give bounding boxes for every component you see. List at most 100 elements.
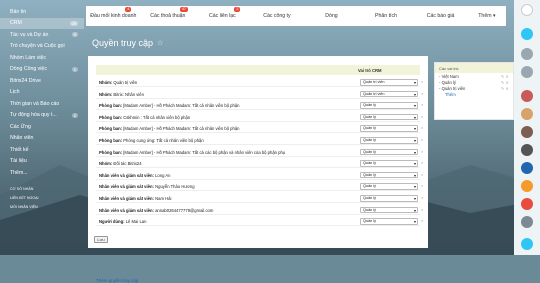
role-select[interactable]: Quản trị viên	[360, 90, 418, 98]
avatar[interactable]	[521, 126, 533, 138]
sidebar-item[interactable]: CRM 29	[0, 17, 84, 29]
table-row: Nhóm: Bitrix: Nhân viên Quản trị viên×	[96, 90, 423, 99]
avatar[interactable]	[521, 180, 533, 192]
role-select[interactable]: Quản trị viên	[360, 79, 418, 86]
settings-icon[interactable]	[521, 66, 533, 78]
remove-icon[interactable]: ×	[421, 160, 423, 165]
sidebar-item[interactable]: Nhóm Làm việc	[0, 52, 84, 64]
role-select[interactable]: Quản lý	[360, 102, 418, 109]
row-subject: Người dùng: Lê Mai Lan	[99, 219, 146, 224]
sidebar-item[interactable]: Thêm...	[0, 167, 84, 179]
row-text: Phòng cung ứng: Tất cả nhân viên bộ phận	[122, 138, 204, 143]
sidebar-item-label: Nhân viên	[10, 135, 34, 142]
row-subject: Phòng ban: [Madam Amber] - Hồ Phách Mada…	[99, 103, 240, 108]
sidebar-item[interactable]: Thời gian và Báo cáo	[0, 98, 84, 110]
remove-icon[interactable]: ×	[421, 207, 423, 212]
remove-icon[interactable]: ×	[421, 137, 423, 142]
sidebar-item-label: CRM	[10, 20, 22, 27]
star-icon[interactable]: ☆	[157, 39, 163, 47]
sidebar-item-label: Tự động hóa quy t...	[10, 112, 57, 119]
sidebar-footer-link[interactable]: MỜI NHÂN VIÊN	[0, 203, 84, 212]
row-text: annab0264477779@gmail.com	[153, 207, 214, 213]
add-access-link[interactable]: Thêm quyền truy cập	[96, 278, 138, 283]
avatar[interactable]	[521, 216, 533, 228]
role-select[interactable]: Quản lý	[360, 183, 418, 190]
sidebar-item-label: Thời gian và Báo cáo	[10, 100, 60, 107]
page-title-wrap: Quyền truy cập ☆	[92, 38, 163, 48]
remove-icon[interactable]: ×	[421, 114, 423, 119]
sidebar-item[interactable]: Thiết kế	[0, 144, 84, 156]
sidebar-item-label: Thiết kế	[10, 146, 29, 153]
role-select[interactable]: Quản lý	[360, 195, 418, 202]
sidebar-item-label: Các Ứng	[10, 123, 31, 130]
sidebar-item[interactable]: Lịch	[0, 87, 84, 99]
tab-item[interactable]: Các báo giá	[413, 6, 468, 26]
add-role-link[interactable]: Thêm	[435, 91, 513, 98]
sidebar-item[interactable]: Tác vụ và Dự án 9	[0, 29, 84, 41]
role-select[interactable]: Quản lý	[360, 137, 418, 144]
remove-icon[interactable]: ×	[421, 195, 423, 200]
row-text: Nam Hải	[153, 196, 172, 201]
row-prefix: Nhóm:	[99, 91, 113, 97]
remove-icon[interactable]: ×	[421, 125, 423, 130]
role-select[interactable]: Quản lý	[360, 171, 418, 179]
role-select[interactable]: Quản lý	[360, 125, 418, 132]
sidebar-item[interactable]: Tài liệu	[0, 156, 84, 168]
tab-item[interactable]: Các thoả thuận 47	[141, 6, 196, 26]
help-icon[interactable]	[521, 4, 533, 16]
tab-item[interactable]: Thêm ▾	[468, 6, 506, 26]
sidebar-item[interactable]: Trò chuyện và Cuộc gọi	[0, 41, 84, 53]
table-row: Phòng ban: [Madam Amber] - Hồ Phách Mada…	[96, 101, 423, 111]
row-text: [Madam Amber] - Hồ Phách Madam: Tất cả n…	[122, 126, 240, 132]
row-subject: Phòng ban: [Madam Amber] - Hồ Phách Mada…	[99, 150, 285, 155]
table-row: Nhân viên và giám sát viên: Nam Hải Quản …	[96, 194, 423, 203]
sidebar-item-label: Bitrix24 Drive	[10, 77, 41, 84]
sidebar-footer-link[interactable]: LIÊN KẾT NGOẠI	[0, 194, 84, 203]
table-row: Phòng ban: Cskhmin : Tất cả nhân viên bộ…	[96, 113, 423, 122]
edit-delete-icon[interactable]: ✎ ✕	[501, 80, 509, 85]
tab-item[interactable]: Dòng	[304, 6, 359, 26]
role-label: Quản lý	[441, 80, 456, 85]
tab-item[interactable]: Đầu mối kinh doanh 4	[86, 6, 141, 26]
sidebar-item-label: Nhóm Làm việc	[10, 54, 47, 61]
sidebar-item[interactable]: Dòng Công việc 1	[0, 64, 84, 76]
role-select[interactable]: Quản lý	[360, 113, 418, 121]
remove-icon[interactable]: ×	[421, 218, 423, 223]
tab-label: Đầu mối kinh doanh	[90, 13, 137, 19]
avatar[interactable]	[521, 90, 533, 102]
table-row: Nhóm: Quản trị viênQuản trị viên×	[96, 78, 423, 87]
sidebar-item[interactable]: Tự động hóa quy t... 2	[0, 110, 84, 122]
sidebar-item[interactable]: Nhân viên	[0, 133, 84, 145]
role-select[interactable]: Quản lý	[360, 218, 418, 225]
remove-icon[interactable]: ×	[421, 172, 423, 177]
avatar[interactable]	[521, 108, 533, 120]
save-button[interactable]: Lưu	[94, 236, 108, 243]
avatar[interactable]	[521, 198, 533, 210]
sidebar-item-label: Bản tin	[10, 8, 27, 15]
tab-item[interactable]: Các liên lạc 2	[195, 6, 250, 26]
tab-item[interactable]: Các công ty	[250, 6, 305, 26]
role-select[interactable]: Quản lý	[360, 206, 418, 214]
remove-icon[interactable]: ×	[421, 102, 423, 107]
tab-item[interactable]: Phân tích	[359, 6, 414, 26]
add-icon[interactable]	[521, 238, 533, 250]
remove-icon[interactable]: ×	[421, 183, 423, 188]
remove-icon[interactable]: ×	[421, 79, 423, 84]
sidebar-item[interactable]: Bitrix24 Drive	[0, 75, 84, 87]
chat-icon[interactable]	[521, 28, 533, 40]
avatar[interactable]	[521, 144, 533, 156]
sidebar-footer-link[interactable]: CƠ SỞ NHÂN	[0, 185, 84, 194]
edit-delete-icon[interactable]: ✎ ✕	[501, 86, 509, 91]
sidebar-item[interactable]: Bản tin	[0, 6, 84, 18]
avatar[interactable]	[521, 162, 533, 174]
role-select[interactable]: Quản lý	[360, 148, 418, 156]
edit-delete-icon[interactable]: ✎ ✕	[501, 74, 509, 79]
sidebar-item[interactable]: Các Ứng	[0, 121, 84, 133]
row-text: Cskhmin : Tất cả nhân viên bộ phận	[122, 114, 191, 120]
sidebar-item-label: Thêm...	[10, 169, 28, 176]
search-icon[interactable]	[521, 48, 533, 60]
remove-icon[interactable]: ×	[421, 149, 423, 154]
role-select[interactable]: Quản lý	[360, 160, 418, 167]
remove-icon[interactable]: ×	[421, 91, 423, 96]
role-label: Việt Nam	[441, 74, 459, 79]
